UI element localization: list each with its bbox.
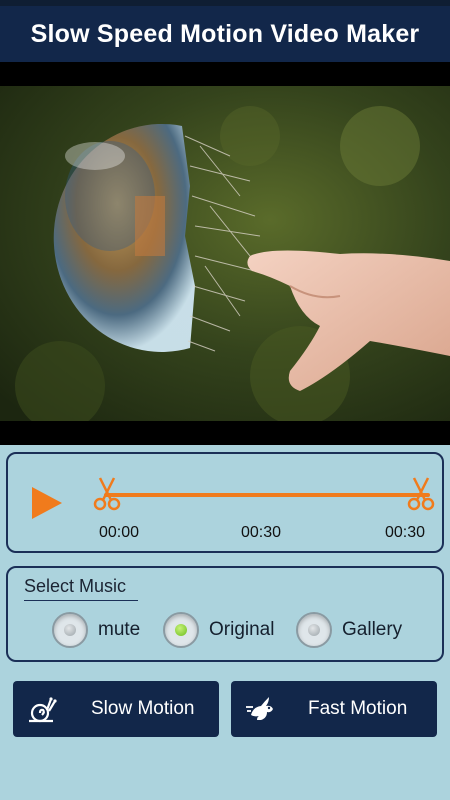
start-time-label: 00:00 bbox=[99, 524, 140, 541]
select-music-label: Select Music bbox=[24, 576, 139, 601]
trim-track[interactable] bbox=[104, 493, 430, 497]
mid-time-label: 00:30 bbox=[241, 524, 282, 541]
app-bar: Slow Speed Motion Video Maker bbox=[0, 6, 450, 62]
radio-indicator-selected bbox=[175, 624, 187, 636]
radio-label: Original bbox=[209, 619, 275, 640]
rabbit-icon bbox=[246, 697, 273, 720]
app-title: Slow Speed Motion Video Maker bbox=[30, 19, 420, 48]
fast-motion-label: Fast Motion bbox=[308, 698, 408, 719]
trim-start-handle[interactable] bbox=[92, 476, 122, 512]
music-panel: Select Music mute Original Gallery bbox=[6, 566, 444, 662]
play-icon bbox=[32, 487, 62, 519]
end-time-label: 00:30 bbox=[385, 524, 426, 541]
radio-gallery[interactable]: Gallery bbox=[296, 612, 402, 648]
radio-button[interactable] bbox=[296, 612, 332, 648]
video-preview[interactable] bbox=[0, 86, 450, 421]
trim-end-handle[interactable] bbox=[406, 476, 436, 512]
scissors-icon bbox=[407, 477, 435, 511]
radio-mute[interactable]: mute bbox=[52, 612, 140, 648]
radio-indicator bbox=[308, 624, 320, 636]
play-button[interactable] bbox=[30, 485, 64, 521]
slow-motion-label: Slow Motion bbox=[91, 698, 195, 719]
radio-label: Gallery bbox=[342, 619, 403, 640]
radio-original[interactable]: Original bbox=[163, 612, 274, 648]
radio-label: mute bbox=[98, 619, 141, 640]
slow-motion-button[interactable]: Slow Motion bbox=[13, 681, 219, 737]
fast-motion-button[interactable]: Fast Motion bbox=[231, 681, 437, 737]
radio-indicator bbox=[64, 624, 76, 636]
radio-button[interactable] bbox=[163, 612, 199, 648]
scissors-icon bbox=[93, 477, 121, 511]
trim-panel: 00:00 00:30 00:30 bbox=[6, 452, 444, 553]
video-frame-image bbox=[0, 86, 450, 421]
video-player[interactable] bbox=[0, 62, 450, 445]
radio-button[interactable] bbox=[52, 612, 88, 648]
snail-icon bbox=[29, 697, 57, 723]
